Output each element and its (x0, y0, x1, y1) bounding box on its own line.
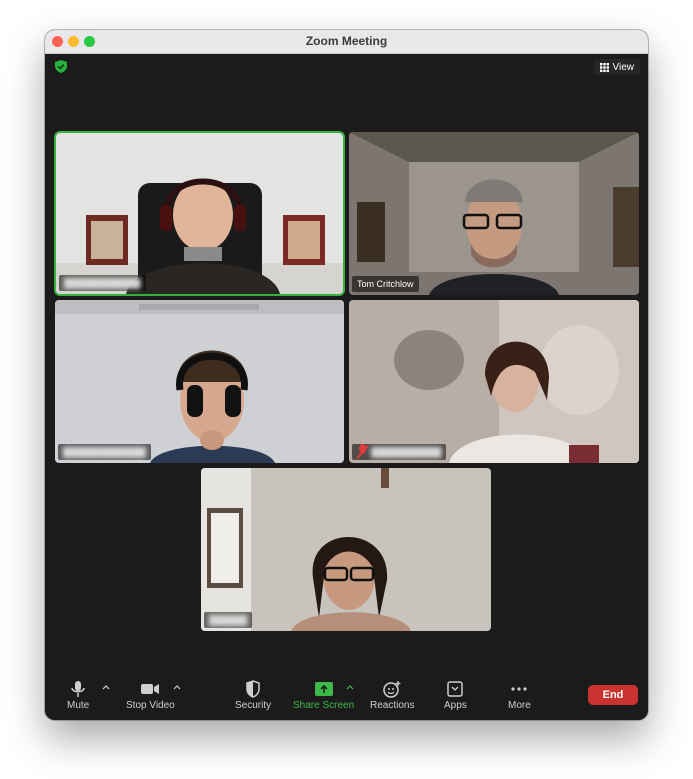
share-screen-label: Share Screen (293, 700, 355, 711)
more-label: More (508, 700, 531, 711)
view-button[interactable]: View (593, 59, 640, 75)
participant-name: Tom Critchlow (357, 279, 414, 289)
apps-label: Apps (444, 700, 467, 711)
reactions-button[interactable]: Reactions (370, 680, 414, 711)
chevron-up-icon[interactable] (173, 684, 181, 690)
share-screen-icon (314, 682, 333, 696)
participant-video-tile[interactable]: █████████████ (55, 300, 344, 463)
microphone-icon (71, 681, 85, 697)
participant-video (201, 468, 491, 631)
participant-name-tag: ███████████ (352, 444, 447, 460)
stop-video-button[interactable]: Stop Video (126, 680, 175, 711)
title-bar: Zoom Meeting (45, 30, 648, 54)
meeting-controls-toolbar: Mute Stop Video Security Share Screen Re… (45, 676, 648, 720)
participant-name: ████████████ (64, 278, 141, 288)
apps-icon (447, 681, 464, 697)
participant-video (349, 300, 639, 463)
muted-microphone-icon (357, 444, 369, 460)
stop-video-label: Stop Video (126, 700, 175, 711)
share-screen-button[interactable]: Share Screen (293, 680, 354, 711)
participant-video-tile[interactable]: ████████████ (56, 133, 343, 294)
participant-name: ██████ (209, 615, 248, 625)
participant-video-tile[interactable]: Tom Critchlow (349, 132, 639, 295)
chevron-up-icon[interactable] (346, 684, 354, 690)
video-camera-icon (141, 684, 160, 694)
participant-name-tag: █████████████ (58, 444, 151, 460)
security-button[interactable]: Security (235, 680, 271, 711)
end-label: End (602, 689, 624, 701)
zoom-window: Zoom Meeting View ████████████ Tom Critc… (45, 30, 648, 720)
chevron-up-icon[interactable] (102, 684, 110, 690)
mute-label: Mute (67, 700, 90, 711)
window-title: Zoom Meeting (305, 34, 388, 48)
participant-video (56, 133, 343, 294)
participant-name-tag: ████████████ (59, 275, 146, 291)
reactions-label: Reactions (370, 700, 415, 711)
encryption-shield-icon[interactable] (55, 60, 67, 73)
mute-button[interactable]: Mute (67, 680, 89, 711)
participant-name-tag: Tom Critchlow (352, 276, 419, 292)
ellipsis-icon (511, 687, 527, 691)
participant-name: ███████████ (371, 447, 442, 457)
view-button-label: View (612, 61, 635, 73)
apps-button[interactable]: Apps (444, 680, 467, 711)
security-label: Security (235, 700, 272, 711)
participant-video-tile[interactable]: ██████ (201, 468, 491, 631)
participant-video (55, 300, 344, 463)
security-shield-icon (246, 680, 260, 698)
smiley-plus-icon (383, 681, 401, 698)
participant-video (349, 132, 639, 295)
participant-video-tile[interactable]: ███████████ (349, 300, 639, 463)
grid-icon (599, 62, 609, 72)
participant-name-tag: ██████ (204, 612, 253, 628)
end-meeting-button[interactable]: End (588, 685, 638, 705)
participant-name: █████████████ (63, 447, 146, 457)
more-button[interactable]: More (508, 680, 531, 711)
